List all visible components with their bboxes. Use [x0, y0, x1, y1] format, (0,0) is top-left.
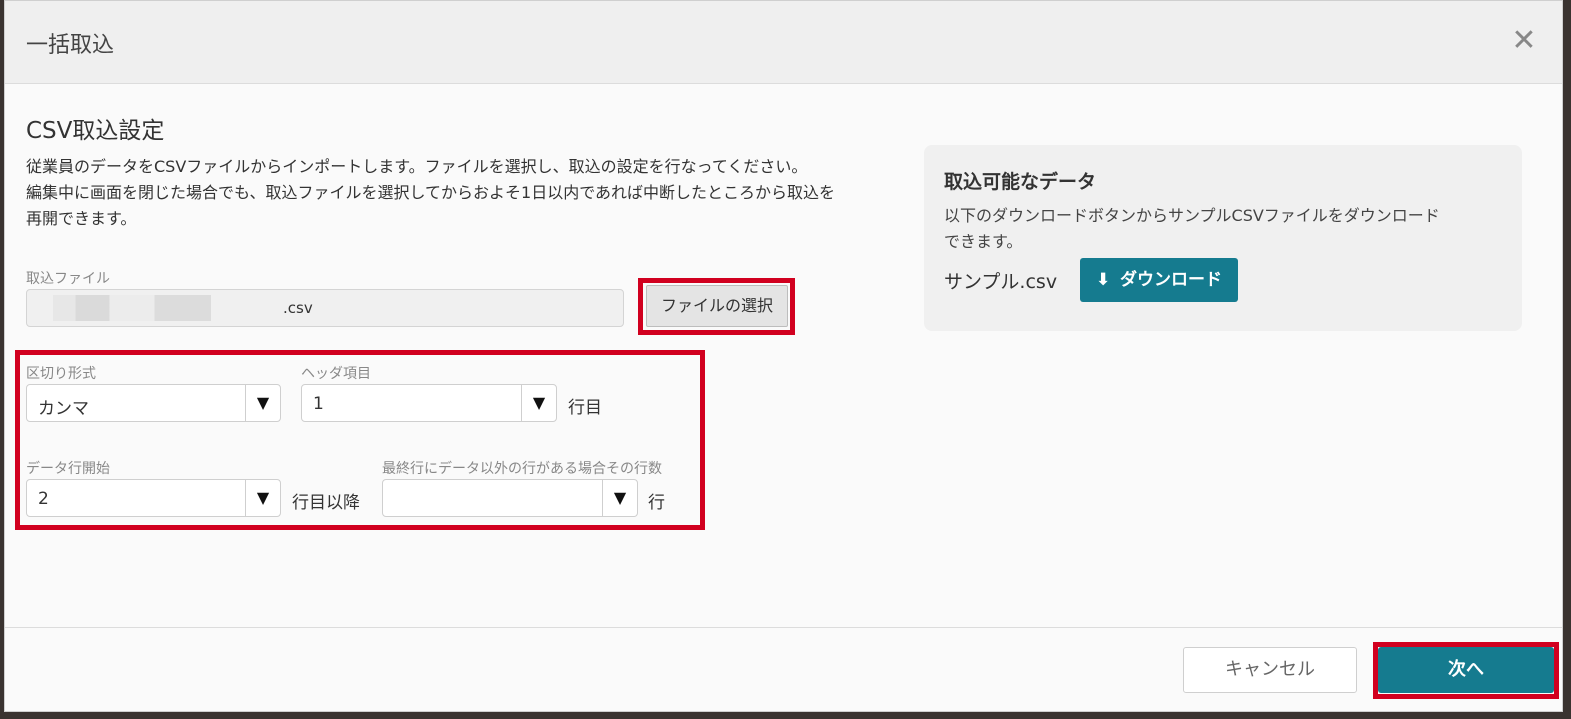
- available-data-panel: 取込可能なデータ 以下のダウンロードボタンからサンプルCSVファイルをダウンロー…: [924, 145, 1522, 331]
- blurred-file-name: [53, 295, 279, 321]
- choose-file-button[interactable]: ファイルの選択: [646, 285, 788, 327]
- available-data-description: 以下のダウンロードボタンからサンプルCSVファイルをダウンロード できます。: [944, 203, 1504, 255]
- delimiter-select[interactable]: カンマ ▼: [26, 384, 281, 422]
- download-button[interactable]: ⬇ ダウンロード: [1080, 258, 1238, 302]
- import-file-label: 取込ファイル: [26, 271, 110, 287]
- close-icon[interactable]: ✕: [1510, 26, 1538, 56]
- header-row-label: ヘッダ項目: [301, 366, 371, 382]
- import-description: 従業員のデータをCSVファイルからインポートします。ファイルを選択し、取込の設定…: [26, 154, 926, 232]
- dialog-title: 一括取込: [26, 33, 115, 58]
- chevron-down-icon[interactable]: ▼: [245, 385, 280, 421]
- dialog-header: 一括取込 ✕: [5, 1, 1562, 84]
- cancel-button[interactable]: キャンセル: [1183, 647, 1357, 693]
- chevron-down-icon[interactable]: ▼: [602, 480, 637, 516]
- next-button[interactable]: 次へ: [1378, 647, 1554, 693]
- sample-file-name: サンプル.csv: [944, 271, 1058, 293]
- bulk-import-dialog: 一括取込 ✕ CSV取込設定 従業員のデータをCSVファイルからインポートします…: [4, 0, 1563, 712]
- trailing-rows-select[interactable]: ▼: [382, 479, 638, 517]
- download-icon: ⬇: [1096, 270, 1111, 290]
- header-row-value: 1: [313, 394, 324, 414]
- data-start-row-value: 2: [38, 489, 49, 509]
- download-button-label: ダウンロード: [1120, 270, 1222, 290]
- header-row-suffix: 行目: [568, 398, 602, 418]
- available-data-title: 取込可能なデータ: [944, 171, 1097, 193]
- description-line: 編集中に画面を閉じた場合でも、取込ファイルを選択してからおよそ1日以内であれば中…: [26, 183, 836, 202]
- chevron-down-icon[interactable]: ▼: [521, 385, 556, 421]
- description-line: 以下のダウンロードボタンからサンプルCSVファイルをダウンロード: [944, 206, 1440, 225]
- header-row-select[interactable]: 1 ▼: [301, 384, 557, 422]
- trailing-rows-label: 最終行にデータ以外の行がある場合その行数: [382, 461, 662, 477]
- chevron-down-icon[interactable]: ▼: [245, 480, 280, 516]
- data-start-row-label: データ行開始: [26, 461, 110, 477]
- data-start-row-suffix: 行目以降: [292, 493, 360, 513]
- file-extension: .csv: [283, 299, 313, 317]
- section-title: CSV取込設定: [26, 118, 165, 144]
- delimiter-value: カンマ: [38, 399, 89, 419]
- description-line: 再開できます。: [26, 209, 137, 228]
- description-line: 従業員のデータをCSVファイルからインポートします。ファイルを選択し、取込の設定…: [26, 157, 808, 176]
- trailing-rows-suffix: 行: [648, 493, 665, 513]
- import-file-input[interactable]: .csv: [26, 289, 624, 327]
- delimiter-label: 区切り形式: [26, 366, 96, 382]
- description-line: できます。: [944, 232, 1023, 251]
- data-start-row-select[interactable]: 2 ▼: [26, 479, 281, 517]
